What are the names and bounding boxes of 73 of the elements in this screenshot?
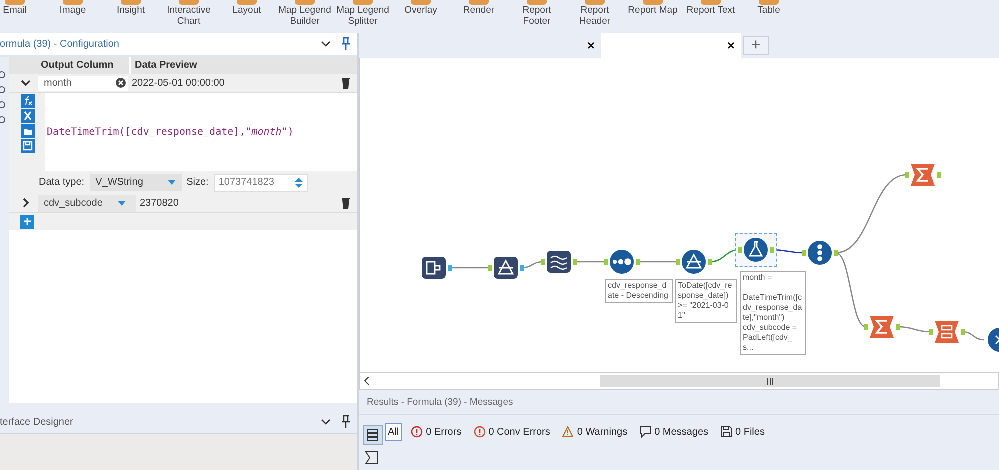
spinner-arrows-icon[interactable] bbox=[294, 176, 303, 188]
chevron-icon[interactable] bbox=[321, 419, 331, 425]
tool-annotation: month = DateTimeTrim([cdv_response_date],"month") cdv_subcode = PadLeft([cdv_s... bbox=[740, 271, 806, 355]
output-column-field[interactable]: month bbox=[38, 76, 128, 90]
tool-label[interactable]: Interactive Chart bbox=[162, 5, 216, 27]
tool-label[interactable]: Report Header bbox=[568, 5, 622, 27]
speech-bubble-icon bbox=[640, 426, 652, 438]
panel-title: ormula (39) - Configuration bbox=[0, 38, 120, 50]
warning-icon bbox=[562, 426, 574, 438]
workflow-tool-icon[interactable] bbox=[735, 233, 777, 267]
dropdown-caret-icon[interactable] bbox=[118, 200, 126, 206]
tool-label[interactable]: Map Legend Builder bbox=[278, 5, 332, 27]
connector-line bbox=[450, 267, 490, 269]
data-preview-value: 2370820 bbox=[140, 198, 180, 208]
tool-annotation: cdv_response_date - Descending bbox=[605, 279, 673, 303]
message-filter[interactable]: 0 Messages bbox=[636, 423, 712, 441]
tool-label[interactable]: Report Map bbox=[628, 5, 678, 16]
tool-annotation: ToDate([cdv_response_date]) >= "2021-03-01" bbox=[675, 279, 737, 323]
message-filter[interactable]: 0 Errors bbox=[408, 423, 465, 441]
add-tab-button[interactable]: + bbox=[743, 36, 769, 55]
tool-label[interactable]: Insight bbox=[117, 5, 145, 16]
error-icon bbox=[411, 426, 424, 438]
folder-icon[interactable] bbox=[21, 124, 35, 138]
message-filter[interactable]: 0 Files bbox=[718, 423, 768, 441]
error-icon bbox=[474, 426, 486, 438]
column-header: Output Column bbox=[40, 60, 115, 71]
connector-line bbox=[898, 326, 932, 333]
add-icon[interactable] bbox=[20, 214, 34, 228]
tool-label[interactable]: Render bbox=[463, 5, 495, 16]
message-filter[interactable]: 0 Warnings bbox=[559, 423, 631, 441]
scroll-left-icon[interactable] bbox=[364, 377, 370, 385]
horizontal-scrollbar[interactable] bbox=[359, 372, 999, 390]
tool-label[interactable]: Report Footer bbox=[510, 5, 564, 27]
tool-label[interactable]: Email bbox=[3, 5, 27, 16]
scrollbar-thumb[interactable] bbox=[600, 375, 940, 387]
connector-line bbox=[638, 261, 678, 263]
expand-icon[interactable] bbox=[21, 78, 31, 88]
connector-line bbox=[522, 261, 544, 269]
data-preview-value: 2022-05-01 00:00:00 bbox=[132, 78, 226, 88]
tool-label[interactable]: Report Text bbox=[686, 5, 736, 16]
connector-line bbox=[575, 261, 606, 263]
panel-title: terface Designer bbox=[0, 416, 74, 428]
message-filter[interactable]: 0 Conv Errors bbox=[470, 423, 554, 441]
close-icon[interactable]: × bbox=[587, 38, 595, 53]
tool-label[interactable]: Layout bbox=[232, 5, 262, 16]
delete-icon[interactable] bbox=[341, 77, 351, 89]
close-icon[interactable]: × bbox=[727, 38, 735, 53]
chevron-icon[interactable] bbox=[321, 41, 331, 47]
connector-line bbox=[962, 331, 984, 341]
tool-label[interactable]: Table bbox=[758, 5, 780, 16]
clear-icon[interactable] bbox=[116, 78, 126, 88]
expand-icon[interactable] bbox=[21, 198, 31, 208]
pin-icon[interactable] bbox=[341, 415, 351, 429]
tool-label[interactable]: Map Legend Splitter bbox=[336, 5, 390, 27]
dropdown-caret-icon[interactable] bbox=[168, 180, 176, 185]
data-type-dropdown[interactable]: V_WString bbox=[90, 174, 182, 191]
delete-icon[interactable] bbox=[341, 197, 351, 209]
size-label: Size: bbox=[186, 177, 209, 188]
results-title: Results - Formula (39) - Messages bbox=[367, 396, 514, 408]
workflow-tab[interactable]: × bbox=[359, 33, 601, 58]
variable-icon[interactable] bbox=[21, 109, 35, 123]
size-field[interactable]: 1073741823 bbox=[214, 174, 308, 192]
pin-icon[interactable] bbox=[341, 37, 351, 51]
expression-editor[interactable]: DateTimeTrim([cdv_response_date],"month") bbox=[45, 126, 294, 138]
save-icon[interactable] bbox=[21, 139, 35, 153]
tool-label[interactable]: Image bbox=[60, 5, 86, 16]
function-icon[interactable] bbox=[21, 94, 35, 108]
message-filter[interactable]: All bbox=[385, 423, 402, 441]
output-column-dropdown[interactable]: cdv_subcode bbox=[38, 194, 136, 212]
tool-label[interactable]: Overlay bbox=[404, 5, 438, 16]
messages-view-icon[interactable] bbox=[363, 425, 383, 445]
workflow-tab[interactable]: × bbox=[601, 33, 741, 58]
data-type-label: Data type: bbox=[39, 177, 85, 188]
